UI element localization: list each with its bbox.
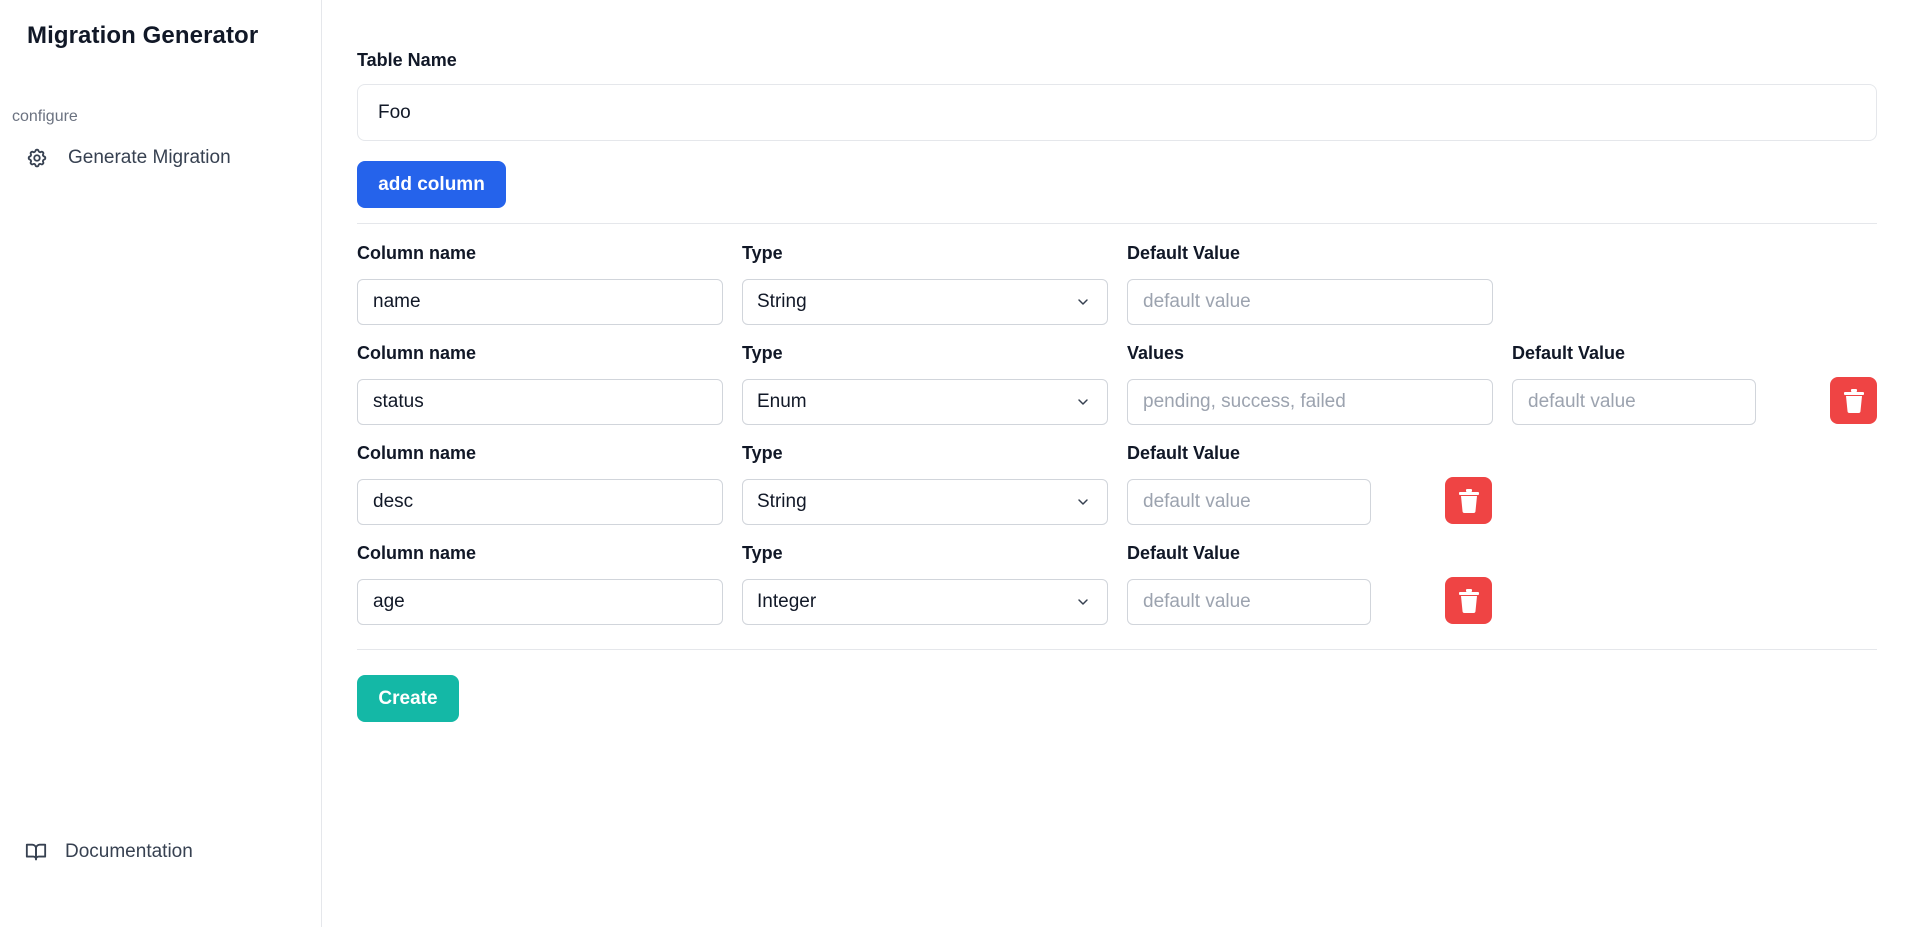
type-select-value: Integer (757, 591, 817, 612)
type-label: Type (742, 243, 783, 263)
add-column-button[interactable]: add column (357, 161, 506, 208)
sidebar-item-label: Documentation (65, 841, 193, 862)
default-value-input[interactable] (1127, 579, 1371, 625)
type-select[interactable]: String (742, 279, 1108, 325)
delete-column-button[interactable] (1445, 577, 1492, 624)
table-name-label: Table Name (357, 50, 457, 70)
sidebar-section-label: configure (12, 108, 78, 125)
column-name-input[interactable] (357, 379, 723, 425)
column-name-input[interactable] (357, 479, 723, 525)
default-value-label: Default Value (1127, 443, 1241, 463)
type-label: Type (742, 543, 783, 563)
type-label: Type (742, 443, 783, 463)
type-label: Type (742, 343, 783, 363)
trash-icon (1458, 588, 1480, 613)
trash-icon (1458, 488, 1480, 513)
column-name-label: Column name (357, 543, 477, 563)
sidebar-item-label: Generate Migration (68, 147, 231, 168)
type-select[interactable]: Enum (742, 379, 1108, 425)
chevron-down-icon (1075, 594, 1091, 610)
enum-values-input[interactable] (1127, 379, 1493, 425)
column-name-input[interactable] (357, 279, 723, 325)
default-value-input[interactable] (1127, 279, 1493, 325)
gear-icon (26, 147, 48, 169)
type-select-value: String (757, 491, 807, 512)
migration-form: Table Name add column Column name Type D… (357, 0, 1877, 927)
default-value-label: Default Value (1127, 543, 1241, 563)
default-value-label: Default Value (1127, 243, 1241, 263)
column-name-label: Column name (357, 343, 477, 363)
values-label: Values (1127, 343, 1185, 363)
create-button[interactable]: Create (357, 675, 459, 722)
sidebar-item-generate-migration[interactable]: Generate Migration (26, 147, 231, 169)
chevron-down-icon (1075, 494, 1091, 510)
divider (357, 649, 1877, 650)
sidebar-item-documentation[interactable]: Documentation (25, 841, 193, 863)
delete-column-button[interactable] (1830, 377, 1877, 424)
app-title: Migration Generator (27, 22, 259, 49)
column-name-label: Column name (357, 443, 477, 463)
divider (357, 223, 1877, 224)
type-select-value: Enum (757, 391, 807, 412)
table-name-input[interactable] (357, 84, 1877, 141)
default-value-input[interactable] (1127, 479, 1371, 525)
column-name-input[interactable] (357, 579, 723, 625)
delete-column-button[interactable] (1445, 477, 1492, 524)
book-icon (25, 841, 47, 863)
type-select-value: String (757, 291, 807, 312)
trash-icon (1843, 388, 1865, 413)
type-select[interactable]: Integer (742, 579, 1108, 625)
chevron-down-icon (1075, 294, 1091, 310)
sidebar: Migration Generator configure Generate M… (0, 0, 322, 927)
type-select[interactable]: String (742, 479, 1108, 525)
chevron-down-icon (1075, 394, 1091, 410)
column-name-label: Column name (357, 243, 477, 263)
default-value-input[interactable] (1512, 379, 1756, 425)
default-value-label: Default Value (1512, 343, 1626, 363)
